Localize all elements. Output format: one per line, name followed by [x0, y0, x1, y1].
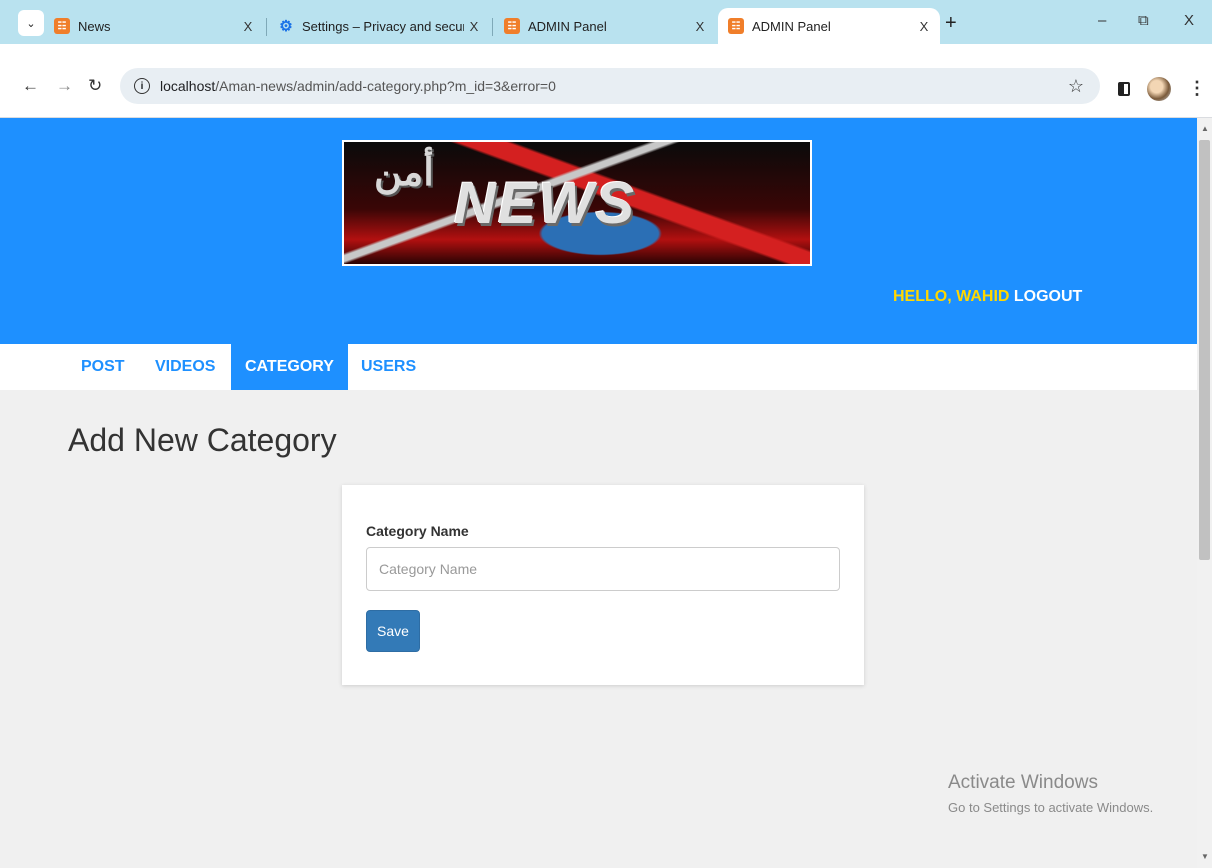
add-category-form: Category Name Save: [342, 485, 864, 685]
tab-settings[interactable]: ⚙ Settings – Privacy and security X: [268, 8, 490, 44]
tab-admin-panel[interactable]: ☷ ADMIN Panel X: [494, 8, 716, 44]
site-logo[interactable]: أمن NEWS: [342, 140, 812, 266]
tab-title: ADMIN Panel: [752, 18, 831, 34]
xampp-icon: ☷: [728, 18, 744, 34]
url-host: localhost: [160, 78, 216, 94]
tab-separator: [492, 18, 493, 36]
activate-windows-watermark: Activate Windows Go to Settings to activ…: [948, 772, 1153, 815]
site-info-icon[interactable]: i: [134, 78, 150, 94]
page-viewport: أمن NEWS HELLO, WAHID LOGOUT POST VIDEOS…: [0, 118, 1197, 868]
xampp-icon: ☷: [504, 18, 520, 34]
reload-icon[interactable]: ↻: [88, 76, 102, 96]
bookmark-star-icon[interactable]: ☆: [1068, 76, 1084, 97]
logo-text: NEWS: [454, 171, 636, 236]
menu-item-videos[interactable]: VIDEOS: [155, 344, 215, 390]
profile-avatar[interactable]: [1147, 77, 1171, 101]
watermark-subtitle: Go to Settings to activate Windows.: [948, 800, 1154, 815]
watermark-title: Activate Windows: [948, 772, 1098, 793]
logo-arabic-text: أمن: [374, 152, 434, 194]
scrollbar-thumb[interactable]: [1199, 140, 1210, 560]
page-title: Add New Category: [68, 422, 337, 458]
new-tab-button[interactable]: +: [945, 13, 957, 33]
scroll-down-arrow-icon[interactable]: ▼: [1201, 852, 1209, 861]
minimize-button[interactable]: –: [1098, 12, 1106, 29]
page-scrollbar[interactable]: ▲ ▼: [1197, 118, 1212, 868]
menu-item-post[interactable]: POST: [81, 344, 125, 390]
menu-item-users[interactable]: USERS: [361, 344, 416, 390]
tab-admin-panel-active[interactable]: ☷ ADMIN Panel X: [718, 8, 940, 44]
admin-menu: POST VIDEOS CATEGORY USERS: [0, 344, 1197, 390]
tab-news[interactable]: ☷ News X: [44, 8, 264, 44]
address-bar[interactable]: i localhost/Aman-news/admin/add-category…: [120, 68, 1100, 104]
tab-title: Settings – Privacy and security: [302, 18, 464, 34]
tab-separator: [266, 18, 267, 36]
close-window-button[interactable]: X: [1184, 12, 1194, 29]
xampp-icon: ☷: [54, 18, 70, 34]
back-arrow-icon[interactable]: ←: [22, 76, 39, 96]
tab-close-icon[interactable]: X: [238, 19, 258, 34]
hello-text: HELLO, WAHID: [893, 288, 1010, 305]
tab-strip: ⌄ ☷ News X ⚙ Settings – Privacy and secu…: [0, 0, 1212, 44]
tab-title: ADMIN Panel: [528, 18, 607, 34]
logout-link[interactable]: LOGOUT: [1014, 288, 1082, 305]
tab-close-icon[interactable]: X: [690, 19, 710, 34]
tab-close-icon[interactable]: X: [914, 19, 934, 34]
category-name-label: Category Name: [366, 523, 469, 539]
site-header: أمن NEWS HELLO, WAHID LOGOUT: [0, 118, 1197, 344]
tab-close-icon[interactable]: X: [464, 19, 484, 34]
tab-search-chevron-icon[interactable]: ⌄: [18, 10, 44, 36]
side-panel-icon[interactable]: [1118, 82, 1130, 96]
forward-arrow-icon[interactable]: →: [56, 76, 73, 96]
tab-title: News: [78, 18, 111, 34]
save-button[interactable]: Save: [366, 610, 420, 652]
gear-icon: ⚙: [279, 18, 293, 35]
category-name-input[interactable]: [366, 547, 840, 591]
browser-menu-icon[interactable]: ⋮: [1188, 78, 1206, 99]
scroll-up-arrow-icon[interactable]: ▲: [1201, 124, 1209, 133]
user-greeting: HELLO, WAHID LOGOUT: [893, 288, 1082, 306]
browser-toolbar: ← → ↻ i localhost/Aman-news/admin/add-ca…: [0, 44, 1212, 118]
url-path: /Aman-news/admin/add-category.php?m_id=3…: [215, 78, 556, 94]
menu-item-category[interactable]: CATEGORY: [231, 344, 348, 390]
restore-button[interactable]: ⧉: [1138, 12, 1149, 29]
